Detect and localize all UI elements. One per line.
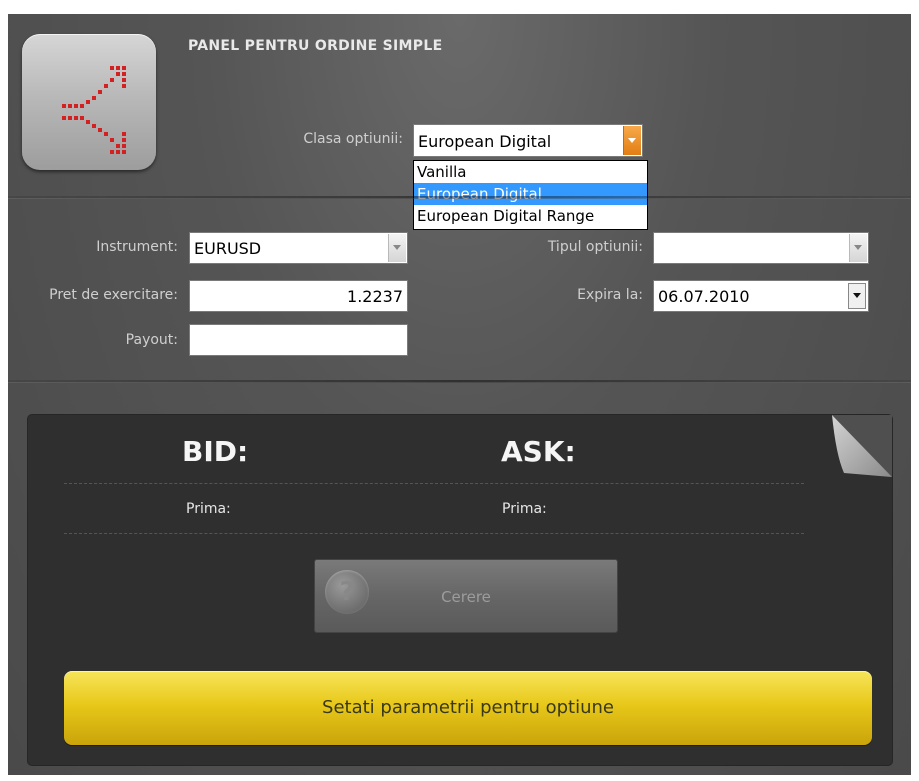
- option-type-dropdown-button[interactable]: [849, 234, 867, 262]
- option-type-select[interactable]: [653, 232, 869, 264]
- dotted-divider: [64, 483, 804, 484]
- menu-item-european-digital[interactable]: European Digital: [414, 183, 647, 205]
- expiry-date-picker[interactable]: 06.07.2010: [653, 280, 869, 312]
- split-arrows-icon: [62, 66, 126, 154]
- menu-item-european-digital-range[interactable]: European Digital Range: [414, 205, 647, 227]
- instrument-value: EURUSD: [194, 239, 262, 258]
- chevron-down-icon: [628, 137, 636, 143]
- strike-price-value: 1.2237: [347, 287, 403, 306]
- panel-title: PANEL PENTRU ORDINE SIMPLE: [188, 38, 443, 54]
- payout-label: Payout:: [125, 332, 178, 348]
- class-option-menu: Vanilla European Digital European Digita…: [413, 160, 648, 230]
- expiry-dropdown-button[interactable]: [848, 283, 866, 309]
- dotted-divider: [64, 533, 804, 534]
- expiry-value: 06.07.2010: [658, 287, 750, 306]
- chevron-down-icon: [854, 245, 862, 250]
- instrument-select[interactable]: EURUSD: [189, 232, 408, 264]
- menu-item-vanilla[interactable]: Vanilla: [414, 161, 647, 183]
- page-curl-icon: [832, 415, 892, 477]
- strike-price-input[interactable]: 1.2237: [189, 280, 408, 312]
- request-button-label: Cerere: [441, 588, 491, 606]
- payout-input[interactable]: [189, 324, 408, 356]
- section-divider: [8, 380, 911, 383]
- order-panel: PANEL PENTRU ORDINE SIMPLE Clasa optiuni…: [8, 14, 911, 775]
- ask-prima-label: Prima:: [502, 501, 547, 517]
- chevron-down-icon: [393, 245, 401, 250]
- expiry-label: Expira la:: [577, 287, 643, 303]
- section-divider: [8, 196, 911, 199]
- class-option-dropdown-button[interactable]: [623, 126, 641, 155]
- bid-heading: BID:: [182, 435, 249, 468]
- ask-heading: ASK:: [501, 435, 576, 468]
- class-option-label: Clasa optiunii:: [303, 131, 403, 147]
- option-type-label: Tipul optiunii:: [547, 239, 643, 255]
- quote-card: BID: ASK: Prima: Prima: ? Cerere Setati …: [28, 415, 892, 765]
- request-button[interactable]: ? Cerere: [314, 559, 618, 633]
- chevron-down-icon: [853, 293, 861, 298]
- set-parameters-button[interactable]: Setati parametrii pentru optiune: [64, 671, 872, 745]
- bid-prima-label: Prima:: [186, 501, 231, 517]
- instrument-label: Instrument:: [96, 239, 178, 255]
- app-logo: [22, 34, 156, 170]
- class-option-select[interactable]: European Digital: [413, 124, 643, 157]
- instrument-dropdown-button[interactable]: [388, 234, 406, 262]
- class-option-value: European Digital: [418, 132, 552, 151]
- strike-price-label: Pret de exercitare:: [49, 287, 178, 303]
